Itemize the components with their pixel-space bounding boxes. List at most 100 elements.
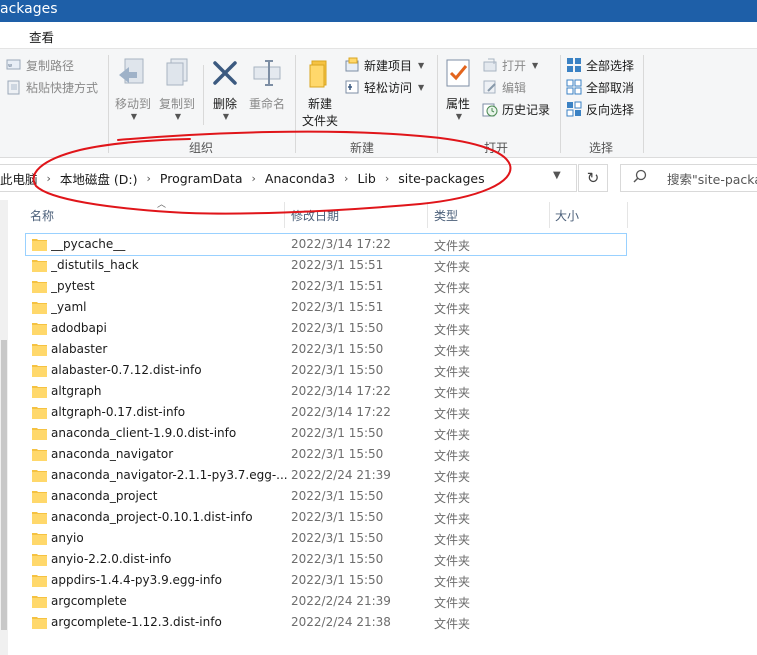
ribbon-separator <box>108 55 109 153</box>
chevron-right-icon[interactable]: › <box>385 172 389 185</box>
new-item-button[interactable]: 新建项目 ▼ <box>344 55 424 75</box>
window-title: ackages <box>0 1 58 17</box>
file-row[interactable]: altgraph 2022/3/14 17:22 文件夹 <box>26 381 626 402</box>
file-row[interactable]: appdirs-1.4.4-py3.9.egg-info 2022/3/1 15:… <box>26 570 626 591</box>
breadcrumb[interactable]: 此电脑 › 本地磁盘 (D:) › ProgramData › Anaconda… <box>0 164 577 192</box>
breadcrumb-lib[interactable]: Lib <box>357 171 375 186</box>
breadcrumb-site-packages[interactable]: site-packages <box>398 171 484 186</box>
chevron-down-icon: ▼ <box>418 82 425 92</box>
invert-selection-button[interactable]: 反向选择 <box>566 99 634 119</box>
folder-icon <box>32 573 47 587</box>
file-type: 文件夹 <box>434 239 471 253</box>
file-row[interactable]: argcomplete-1.12.3.dist-info 2022/2/24 21… <box>26 612 626 633</box>
folder-icon <box>32 342 47 356</box>
file-type: 文件夹 <box>434 533 471 547</box>
invert-selection-icon <box>566 101 582 117</box>
file-row[interactable]: alabaster 2022/3/1 15:50 文件夹 <box>26 339 626 360</box>
paste-shortcut-button[interactable]: 粘贴快捷方式 <box>6 77 98 97</box>
file-name: altgraph-0.17.dist-info <box>51 405 186 419</box>
tab-view[interactable]: 查看 <box>29 27 54 46</box>
select-all-button[interactable]: 全部选择 <box>566 55 634 75</box>
file-name: anaconda_project-0.10.1.dist-info <box>51 510 253 524</box>
new-folder-button[interactable]: 新建 文件夹 <box>300 57 340 129</box>
scrollbar-thumb[interactable] <box>1 340 7 630</box>
file-row[interactable]: argcomplete 2022/2/24 21:39 文件夹 <box>26 591 626 612</box>
address-bar: 此电脑 › 本地磁盘 (D:) › ProgramData › Anaconda… <box>0 160 757 196</box>
file-type: 文件夹 <box>434 344 471 358</box>
file-date: 2022/2/24 21:38 <box>291 615 391 629</box>
column-divider[interactable] <box>549 202 550 228</box>
file-row[interactable]: anaconda_navigator 2022/3/1 15:50 文件夹 <box>26 444 626 465</box>
easy-access-button[interactable]: 轻松访问 ▼ <box>344 77 424 97</box>
search-icon <box>633 169 647 187</box>
file-row[interactable]: altgraph-0.17.dist-info 2022/3/14 17:22 文件… <box>26 402 626 423</box>
file-row[interactable]: __pycache__ 2022/3/14 17:22 文件夹 <box>25 233 627 256</box>
search-box[interactable]: 搜索"site-packages" <box>620 164 757 192</box>
column-header-size[interactable]: 大小 <box>555 207 579 224</box>
column-header-date[interactable]: 修改日期 <box>291 207 339 224</box>
edit-button[interactable]: 编辑 <box>482 77 526 97</box>
ribbon: w 复制路径 粘贴快捷方式 移动到 ▼ 复制到 ▼ 删除 ▼ 重命名 组织 新建… <box>0 48 757 158</box>
file-row[interactable]: _yaml 2022/3/1 15:51 文件夹 <box>26 297 626 318</box>
rename-icon <box>251 57 283 91</box>
file-row[interactable]: alabaster-0.7.12.dist-info 2022/3/1 15:50… <box>26 360 626 381</box>
breadcrumb-programdata[interactable]: ProgramData <box>160 171 243 186</box>
file-row[interactable]: anaconda_project 2022/3/1 15:50 文件夹 <box>26 486 626 507</box>
chevron-down-icon: ▼ <box>222 112 230 121</box>
copy-to-button[interactable]: 复制到 ▼ <box>156 57 198 121</box>
chevron-right-icon[interactable]: › <box>47 172 51 185</box>
copy-path-icon: w <box>6 57 22 73</box>
file-row[interactable]: adodbapi 2022/3/1 15:50 文件夹 <box>26 318 626 339</box>
refresh-icon: ↻ <box>586 169 600 187</box>
column-divider[interactable] <box>627 202 628 228</box>
open-button[interactable]: 打开 ▼ <box>482 55 538 75</box>
breadcrumb-this-pc[interactable]: 此电脑 <box>0 169 38 188</box>
file-name: anyio <box>51 531 84 545</box>
folder-icon <box>32 447 47 461</box>
breadcrumb-anaconda3[interactable]: Anaconda3 <box>265 171 335 186</box>
file-row[interactable]: anaconda_project-0.10.1.dist-info 2022/3/… <box>26 507 626 528</box>
search-input[interactable]: 搜索"site-packages" <box>667 169 757 188</box>
address-history-dropdown-icon[interactable]: ▼ <box>553 170 561 181</box>
file-name: _pytest <box>51 279 95 293</box>
breadcrumb-local-disk-d[interactable]: 本地磁盘 (D:) <box>60 169 138 188</box>
sort-ascending-icon: ︿ <box>157 200 167 210</box>
file-name: _yaml <box>51 300 87 314</box>
column-divider[interactable] <box>427 202 428 228</box>
chevron-right-icon[interactable]: › <box>147 172 151 185</box>
file-row[interactable]: anaconda_client-1.9.0.dist-info 2022/3/1 … <box>26 423 626 444</box>
properties-button[interactable]: 属性 ▼ <box>440 57 476 121</box>
file-row[interactable]: _pytest 2022/3/1 15:51 文件夹 <box>26 276 626 297</box>
history-button[interactable]: 历史记录 <box>482 99 550 119</box>
file-date: 2022/3/1 15:50 <box>291 510 384 524</box>
folder-icon <box>32 279 47 293</box>
ribbon-separator <box>203 65 204 125</box>
column-header-type[interactable]: 类型 <box>434 207 458 224</box>
ribbon-separator <box>560 55 561 153</box>
file-row[interactable]: _distutils_hack 2022/3/1 15:51 文件夹 <box>26 255 626 276</box>
file-date: 2022/3/1 15:50 <box>291 531 384 545</box>
folder-icon <box>32 300 47 314</box>
history-clock-icon <box>482 101 498 117</box>
chevron-down-icon: ▼ <box>532 60 539 70</box>
file-row[interactable]: anyio-2.2.0.dist-info 2022/3/1 15:50 文件夹 <box>26 549 626 570</box>
file-row[interactable]: anaconda_navigator-2.1.1-py3.7.egg-... 20… <box>26 465 626 486</box>
chevron-down-icon: ▼ <box>174 112 182 121</box>
file-row[interactable]: anyio 2022/3/1 15:50 文件夹 <box>26 528 626 549</box>
file-list: __pycache__ 2022/3/14 17:22 文件夹 _distutils_… <box>25 233 627 633</box>
file-name: anaconda_client-1.9.0.dist-info <box>51 426 237 440</box>
move-to-button[interactable]: 移动到 ▼ <box>112 57 154 121</box>
navigation-pane-scrollbar[interactable] <box>0 200 8 655</box>
chevron-right-icon[interactable]: › <box>252 172 256 185</box>
file-name: argcomplete-1.12.3.dist-info <box>51 615 222 629</box>
select-none-button[interactable]: 全部取消 <box>566 77 634 97</box>
column-header-name[interactable]: 名称 <box>30 207 54 224</box>
chevron-right-icon[interactable]: › <box>344 172 348 185</box>
file-name: _distutils_hack <box>51 258 139 272</box>
delete-button[interactable]: 删除 ▼ <box>208 57 242 121</box>
refresh-button[interactable]: ↻ <box>578 164 608 192</box>
copy-path-button[interactable]: w 复制路径 <box>6 55 74 75</box>
folder-icon <box>32 237 47 251</box>
column-divider[interactable] <box>284 202 285 228</box>
rename-button[interactable]: 重命名 <box>246 57 288 112</box>
